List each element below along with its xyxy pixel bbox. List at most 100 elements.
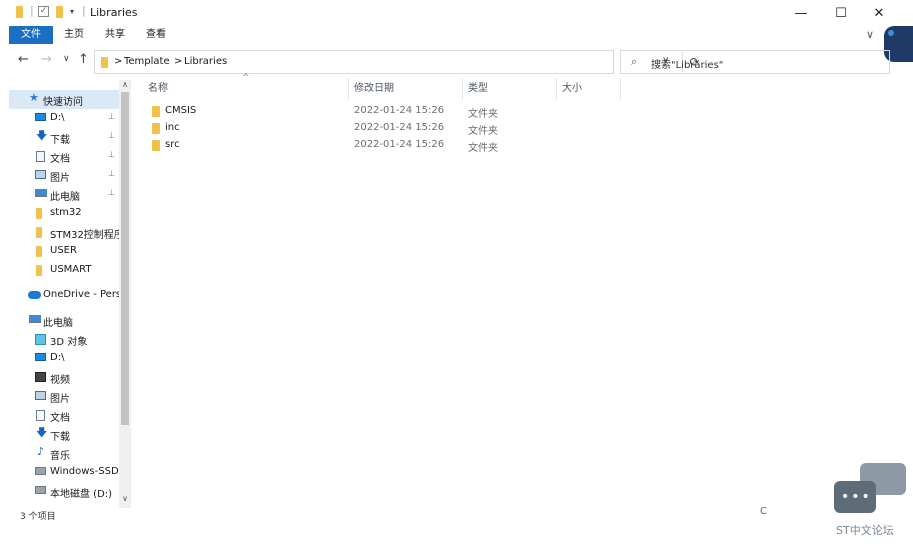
download-icon: 🡇 <box>36 426 48 439</box>
sidebar-item-windows-ssd[interactable]: Windows-SSD ( <box>9 463 119 482</box>
sidebar-item-downloads[interactable]: 🡇 下载 ⊥ <box>9 128 119 147</box>
sidebar-item-stm32-control[interactable]: STM32控制程序 <box>9 223 119 242</box>
recent-locations-button[interactable]: ∨ <box>63 54 70 64</box>
breadcrumb-separator: > <box>114 56 123 67</box>
table-row[interactable]: CMSIS 2022-01-24 15:26 文件夹 <box>146 103 906 120</box>
sidebar-item-label: OneDrive - Perso <box>43 289 119 300</box>
sidebar-item-label: 图片 <box>50 173 70 184</box>
sidebar-item-onedrive[interactable]: OneDrive - Perso <box>9 286 119 305</box>
sidebar-item-pictures-pc[interactable]: 图片 <box>9 387 119 406</box>
scroll-thumb[interactable] <box>121 92 129 425</box>
new-folder-icon[interactable] <box>56 6 63 20</box>
sidebar-item-user[interactable]: USER <box>9 242 119 261</box>
folder-icon <box>152 140 160 151</box>
ribbon-tabs: 文件 主页 共享 查看 ∨ <box>0 26 913 44</box>
column-divider[interactable] <box>620 78 621 100</box>
sidebar-item-usmart[interactable]: USMART <box>9 261 119 280</box>
sidebar-item-label: 下载 <box>50 432 70 443</box>
file-type: 文件夹 <box>468 126 498 137</box>
watermark-logo: ••• ST中文论坛 <box>834 463 908 537</box>
sidebar-item-this-pc-root[interactable]: 此电脑 <box>9 311 119 330</box>
breadcrumb-template[interactable]: Template <box>124 56 170 67</box>
sidebar-item-label: 音乐 <box>50 451 70 462</box>
search-placeholder: 搜索"Libraries" <box>651 60 724 71</box>
file-date: 2022-01-24 15:26 <box>354 105 445 116</box>
download-icon: 🡇 <box>36 129 48 142</box>
folder-icon <box>36 246 42 257</box>
sidebar-item-label: 图片 <box>50 394 70 405</box>
sidebar-item-label: 此电脑 <box>43 318 73 329</box>
video-icon <box>35 372 46 382</box>
star-icon: ★ <box>29 91 39 104</box>
folder-icon <box>36 208 42 219</box>
folder-icon <box>101 57 108 68</box>
customize-toolbar-icon[interactable]: ▾ <box>70 7 74 21</box>
table-row[interactable]: src 2022-01-24 15:26 文件夹 <box>146 137 906 154</box>
table-row[interactable]: inc 2022-01-24 15:26 文件夹 <box>146 120 906 137</box>
ssd-icon <box>35 467 46 475</box>
scroll-up-icon[interactable]: ∧ <box>119 80 131 92</box>
up-button[interactable]: ↑ <box>78 52 89 67</box>
separator: | <box>82 4 86 17</box>
watermark-text: ST中文论坛 <box>836 524 894 537</box>
tab-file[interactable]: 文件 <box>9 26 53 44</box>
properties-icon[interactable]: ✓ <box>38 6 49 17</box>
sidebar-item-d-drive-pc[interactable]: D:\ <box>9 349 119 368</box>
sidebar-item-label: D:\ <box>50 112 65 123</box>
column-divider[interactable] <box>556 78 557 100</box>
pin-icon: ⊥ <box>108 131 115 140</box>
dots-icon: ••• <box>841 489 872 505</box>
file-name: CMSIS <box>165 105 197 116</box>
sidebar-item-d-drive[interactable]: D:\ ⊥ <box>9 109 119 128</box>
column-header-name[interactable]: 名称 <box>148 78 348 100</box>
computer-icon <box>29 315 41 323</box>
search-input[interactable]: ⌕ 搜索"Libraries" <box>620 50 890 74</box>
sidebar-item-music[interactable]: ♪ 音乐 <box>9 444 119 463</box>
document-icon <box>36 151 45 162</box>
file-type: 文件夹 <box>468 143 498 154</box>
column-header-size[interactable]: 大小 <box>562 78 622 100</box>
sidebar-item-downloads-pc[interactable]: 🡇 下载 <box>9 425 119 444</box>
sidebar-item-local-disk-d[interactable]: 本地磁盘 (D:) <box>9 482 119 501</box>
expand-ribbon-icon[interactable]: ∨ <box>866 28 874 41</box>
column-header-type[interactable]: 类型 <box>468 78 558 100</box>
sidebar-item-label: 快速访问 <box>43 97 83 108</box>
picture-icon <box>35 170 46 179</box>
item-count: 3 个项目 <box>20 512 56 522</box>
navigation-pane: ★ 快速访问 D:\ ⊥ 🡇 下载 ⊥ 文档 ⊥ 图片 ⊥ 此电脑 ⊥ stm3… <box>9 80 131 508</box>
file-date: 2022-01-24 15:26 <box>354 139 445 150</box>
column-divider[interactable] <box>462 78 463 100</box>
sidebar-item-documents-pc[interactable]: 文档 <box>9 406 119 425</box>
navigation-row: ← → ∨ ↑ > Template > Libraries ∨ ⟳ ⌕ 搜索"… <box>0 46 913 76</box>
scroll-down-icon[interactable]: ∨ <box>119 494 131 506</box>
sidebar-item-label: 下载 <box>50 135 70 146</box>
search-icon: ⌕ <box>631 55 638 68</box>
folder-icon <box>152 123 160 134</box>
breadcrumb-libraries[interactable]: Libraries <box>184 56 227 67</box>
address-bar[interactable]: > Template > Libraries ∨ <box>94 50 669 74</box>
column-divider[interactable] <box>348 78 349 100</box>
sidebar-item-stm32[interactable]: stm32 <box>9 204 119 223</box>
sidebar-item-quick-access[interactable]: ★ 快速访问 <box>9 90 119 109</box>
sidebar-item-3d-objects[interactable]: 3D 对象 <box>9 330 119 349</box>
column-header-date[interactable]: 修改日期 <box>354 78 464 100</box>
sidebar-item-label: 文档 <box>50 413 70 424</box>
drive-icon <box>35 113 46 121</box>
back-button[interactable]: ← <box>18 52 29 67</box>
forward-button[interactable]: → <box>41 52 52 67</box>
sidebar-item-videos[interactable]: 视频 <box>9 368 119 387</box>
sidebar-item-this-pc[interactable]: 此电脑 ⊥ <box>9 185 119 204</box>
separator: | <box>30 4 34 17</box>
tab-share[interactable]: 共享 <box>97 26 133 44</box>
sidebar-item-pictures[interactable]: 图片 ⊥ <box>9 166 119 185</box>
tab-home[interactable]: 主页 <box>56 26 92 44</box>
sidebar-item-documents[interactable]: 文档 ⊥ <box>9 147 119 166</box>
sidebar-item-label: USER <box>50 245 77 256</box>
sidebar-item-label: 此电脑 <box>50 192 80 203</box>
drive-icon <box>35 353 46 361</box>
computer-icon <box>35 189 47 197</box>
view-toggle-partial[interactable]: C <box>760 506 767 517</box>
sidebar-scrollbar[interactable]: ∧ ∨ <box>119 80 131 508</box>
tab-view[interactable]: 查看 <box>138 26 174 44</box>
close-button[interactable]: ✕ <box>856 0 902 26</box>
